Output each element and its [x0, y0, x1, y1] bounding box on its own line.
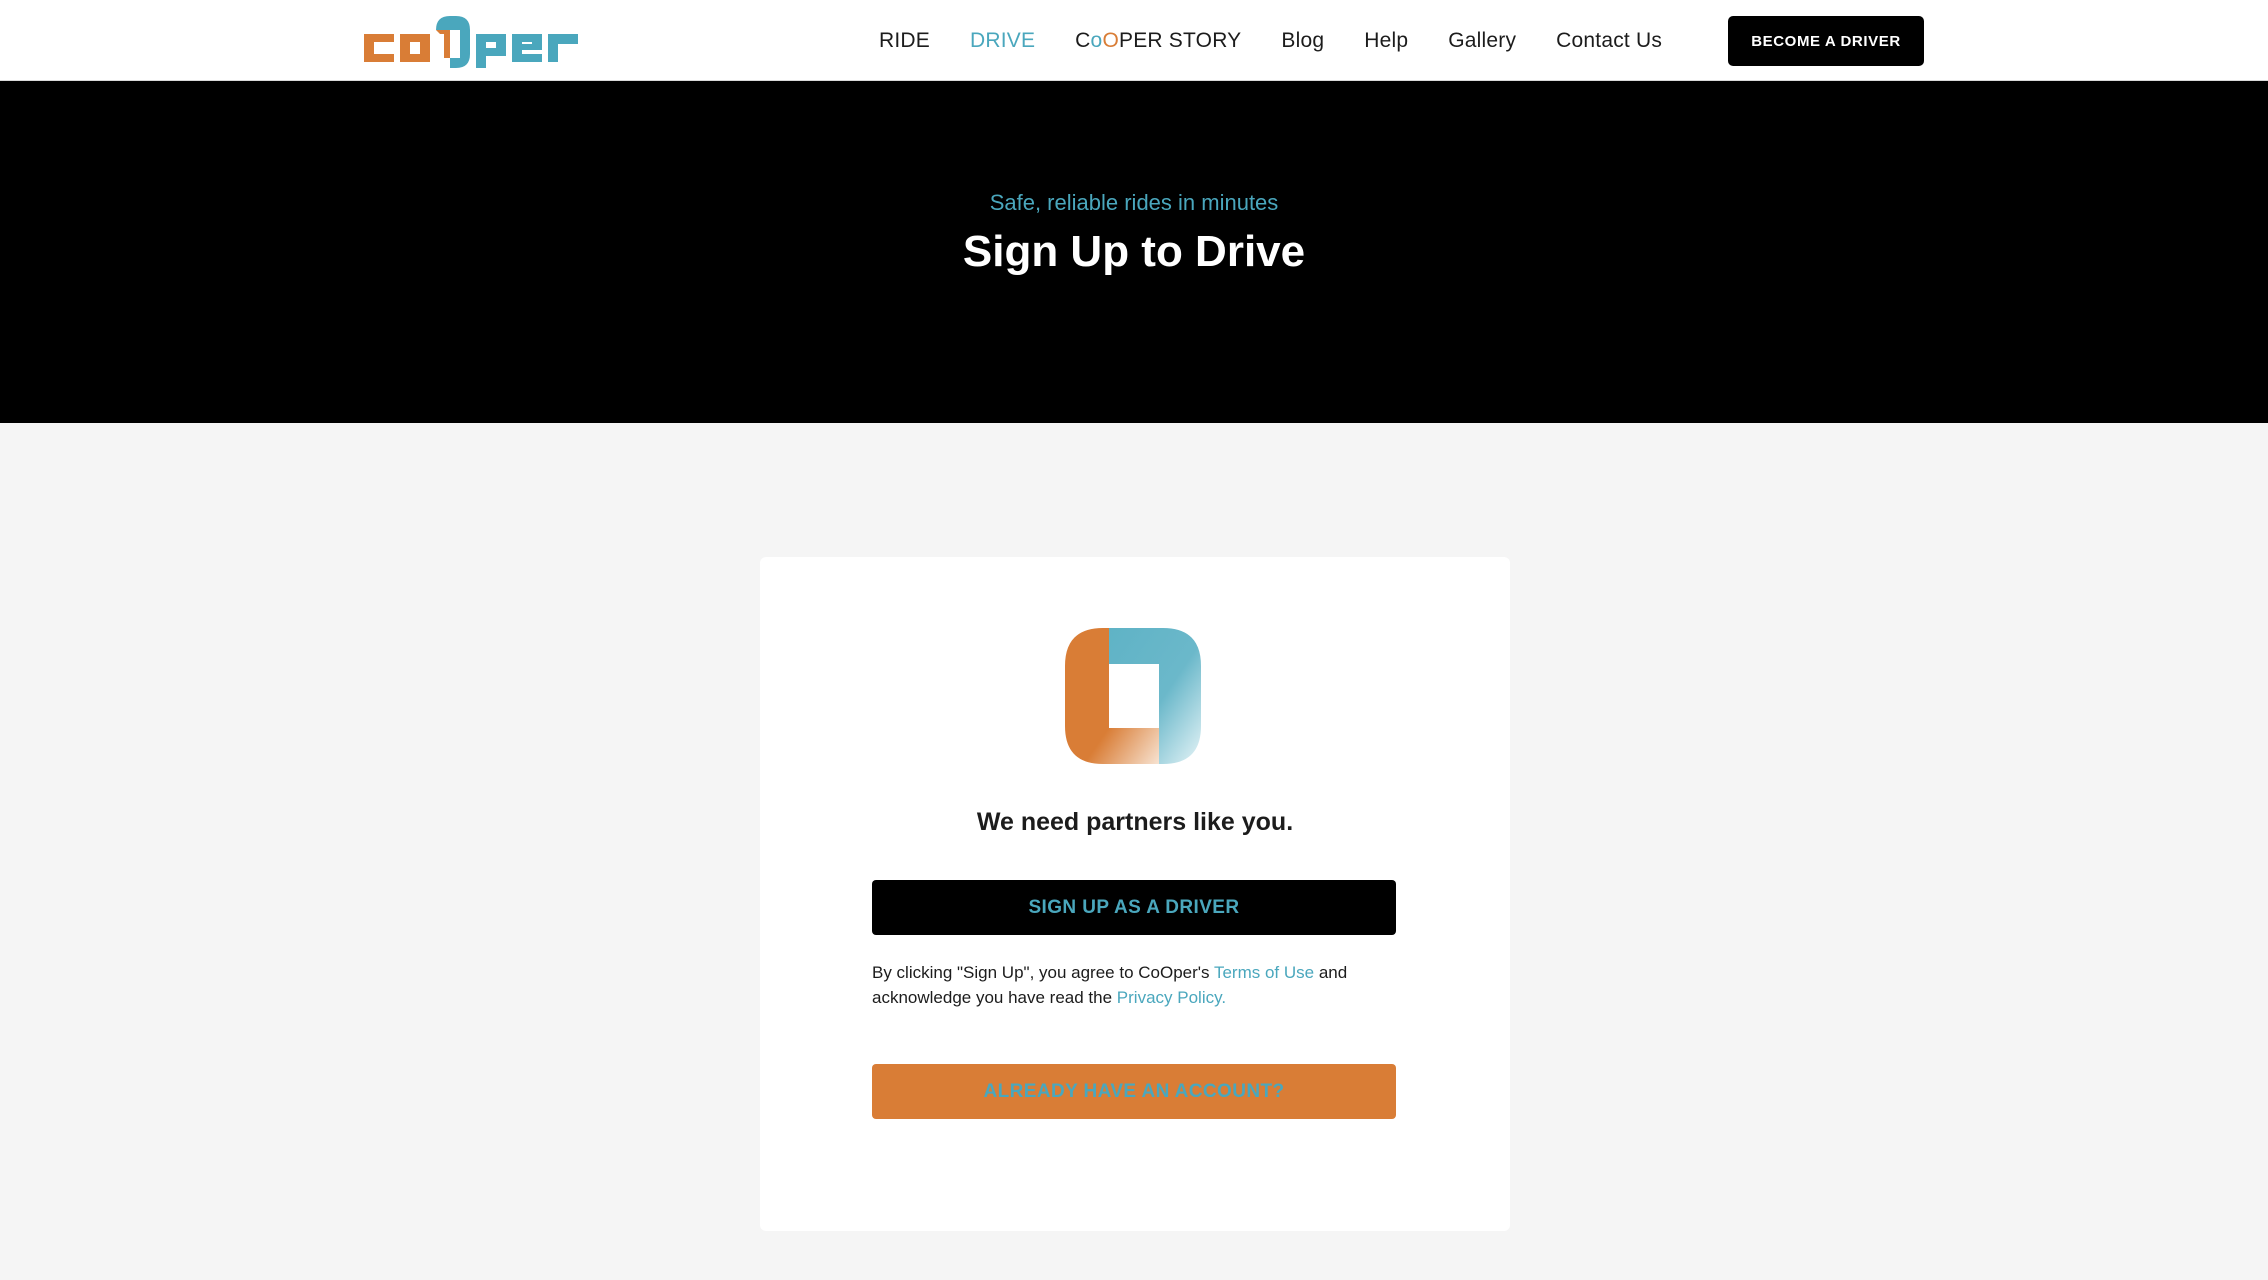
terms-text-part1: By clicking "Sign Up", you agree to CoOp… — [872, 963, 1214, 982]
hero-subtitle: Safe, reliable rides in minutes — [989, 190, 1279, 215]
sign-up-as-driver-button[interactable]: SIGN UP AS A DRIVER — [872, 880, 1396, 935]
hero-banner: Safe, reliable rides in minutes Sign Up … — [0, 81, 2268, 423]
become-a-driver-button[interactable]: BECOME A DRIVER — [1728, 16, 1924, 66]
nav-item-contact-us[interactable]: Contact Us — [1556, 29, 1662, 53]
logo-mark — [364, 16, 578, 68]
nav-item-gallery[interactable]: Gallery — [1448, 29, 1516, 53]
terms-of-use-link[interactable]: Terms of Use — [1214, 963, 1314, 982]
nav-item-drive[interactable]: DRIVE — [970, 29, 1035, 53]
nav-item-blog[interactable]: Blog — [1281, 29, 1324, 53]
nav-item-help[interactable]: Help — [1364, 29, 1408, 53]
page-title: Sign Up to Drive — [962, 227, 1306, 276]
signup-card: We need partners like you. SIGN UP AS A … — [760, 557, 1510, 1231]
privacy-policy-link[interactable]: Privacy Policy. — [1117, 988, 1226, 1007]
nav-item-cooper-story[interactable]: CoOPER STORY — [1075, 29, 1241, 53]
cooper-app-icon — [1065, 628, 1201, 764]
nav-item-cooper-story-prefix: C — [1075, 28, 1091, 52]
cooper-logo[interactable] — [362, 12, 602, 70]
terms-text: By clicking "Sign Up", you agree to CoOp… — [872, 960, 1396, 1010]
site-header: RIDE DRIVE CoOPER STORY Blog Help Galler… — [0, 0, 2268, 81]
page: RIDE DRIVE CoOPER STORY Blog Help Galler… — [0, 0, 2268, 1280]
already-have-account-button[interactable]: ALREADY HAVE AN ACCOUNT? — [872, 1064, 1396, 1119]
nav-item-cooper-story-suffix: PER STORY — [1118, 28, 1242, 52]
card-heading: We need partners like you. — [976, 808, 1294, 836]
nav-item-cooper-story-o2: O — [1102, 28, 1119, 52]
nav-item-ride[interactable]: RIDE — [879, 29, 930, 53]
main-nav: RIDE DRIVE CoOPER STORY Blog Help Galler… — [879, 0, 1702, 81]
nav-item-cooper-story-o1: o — [1090, 28, 1103, 52]
